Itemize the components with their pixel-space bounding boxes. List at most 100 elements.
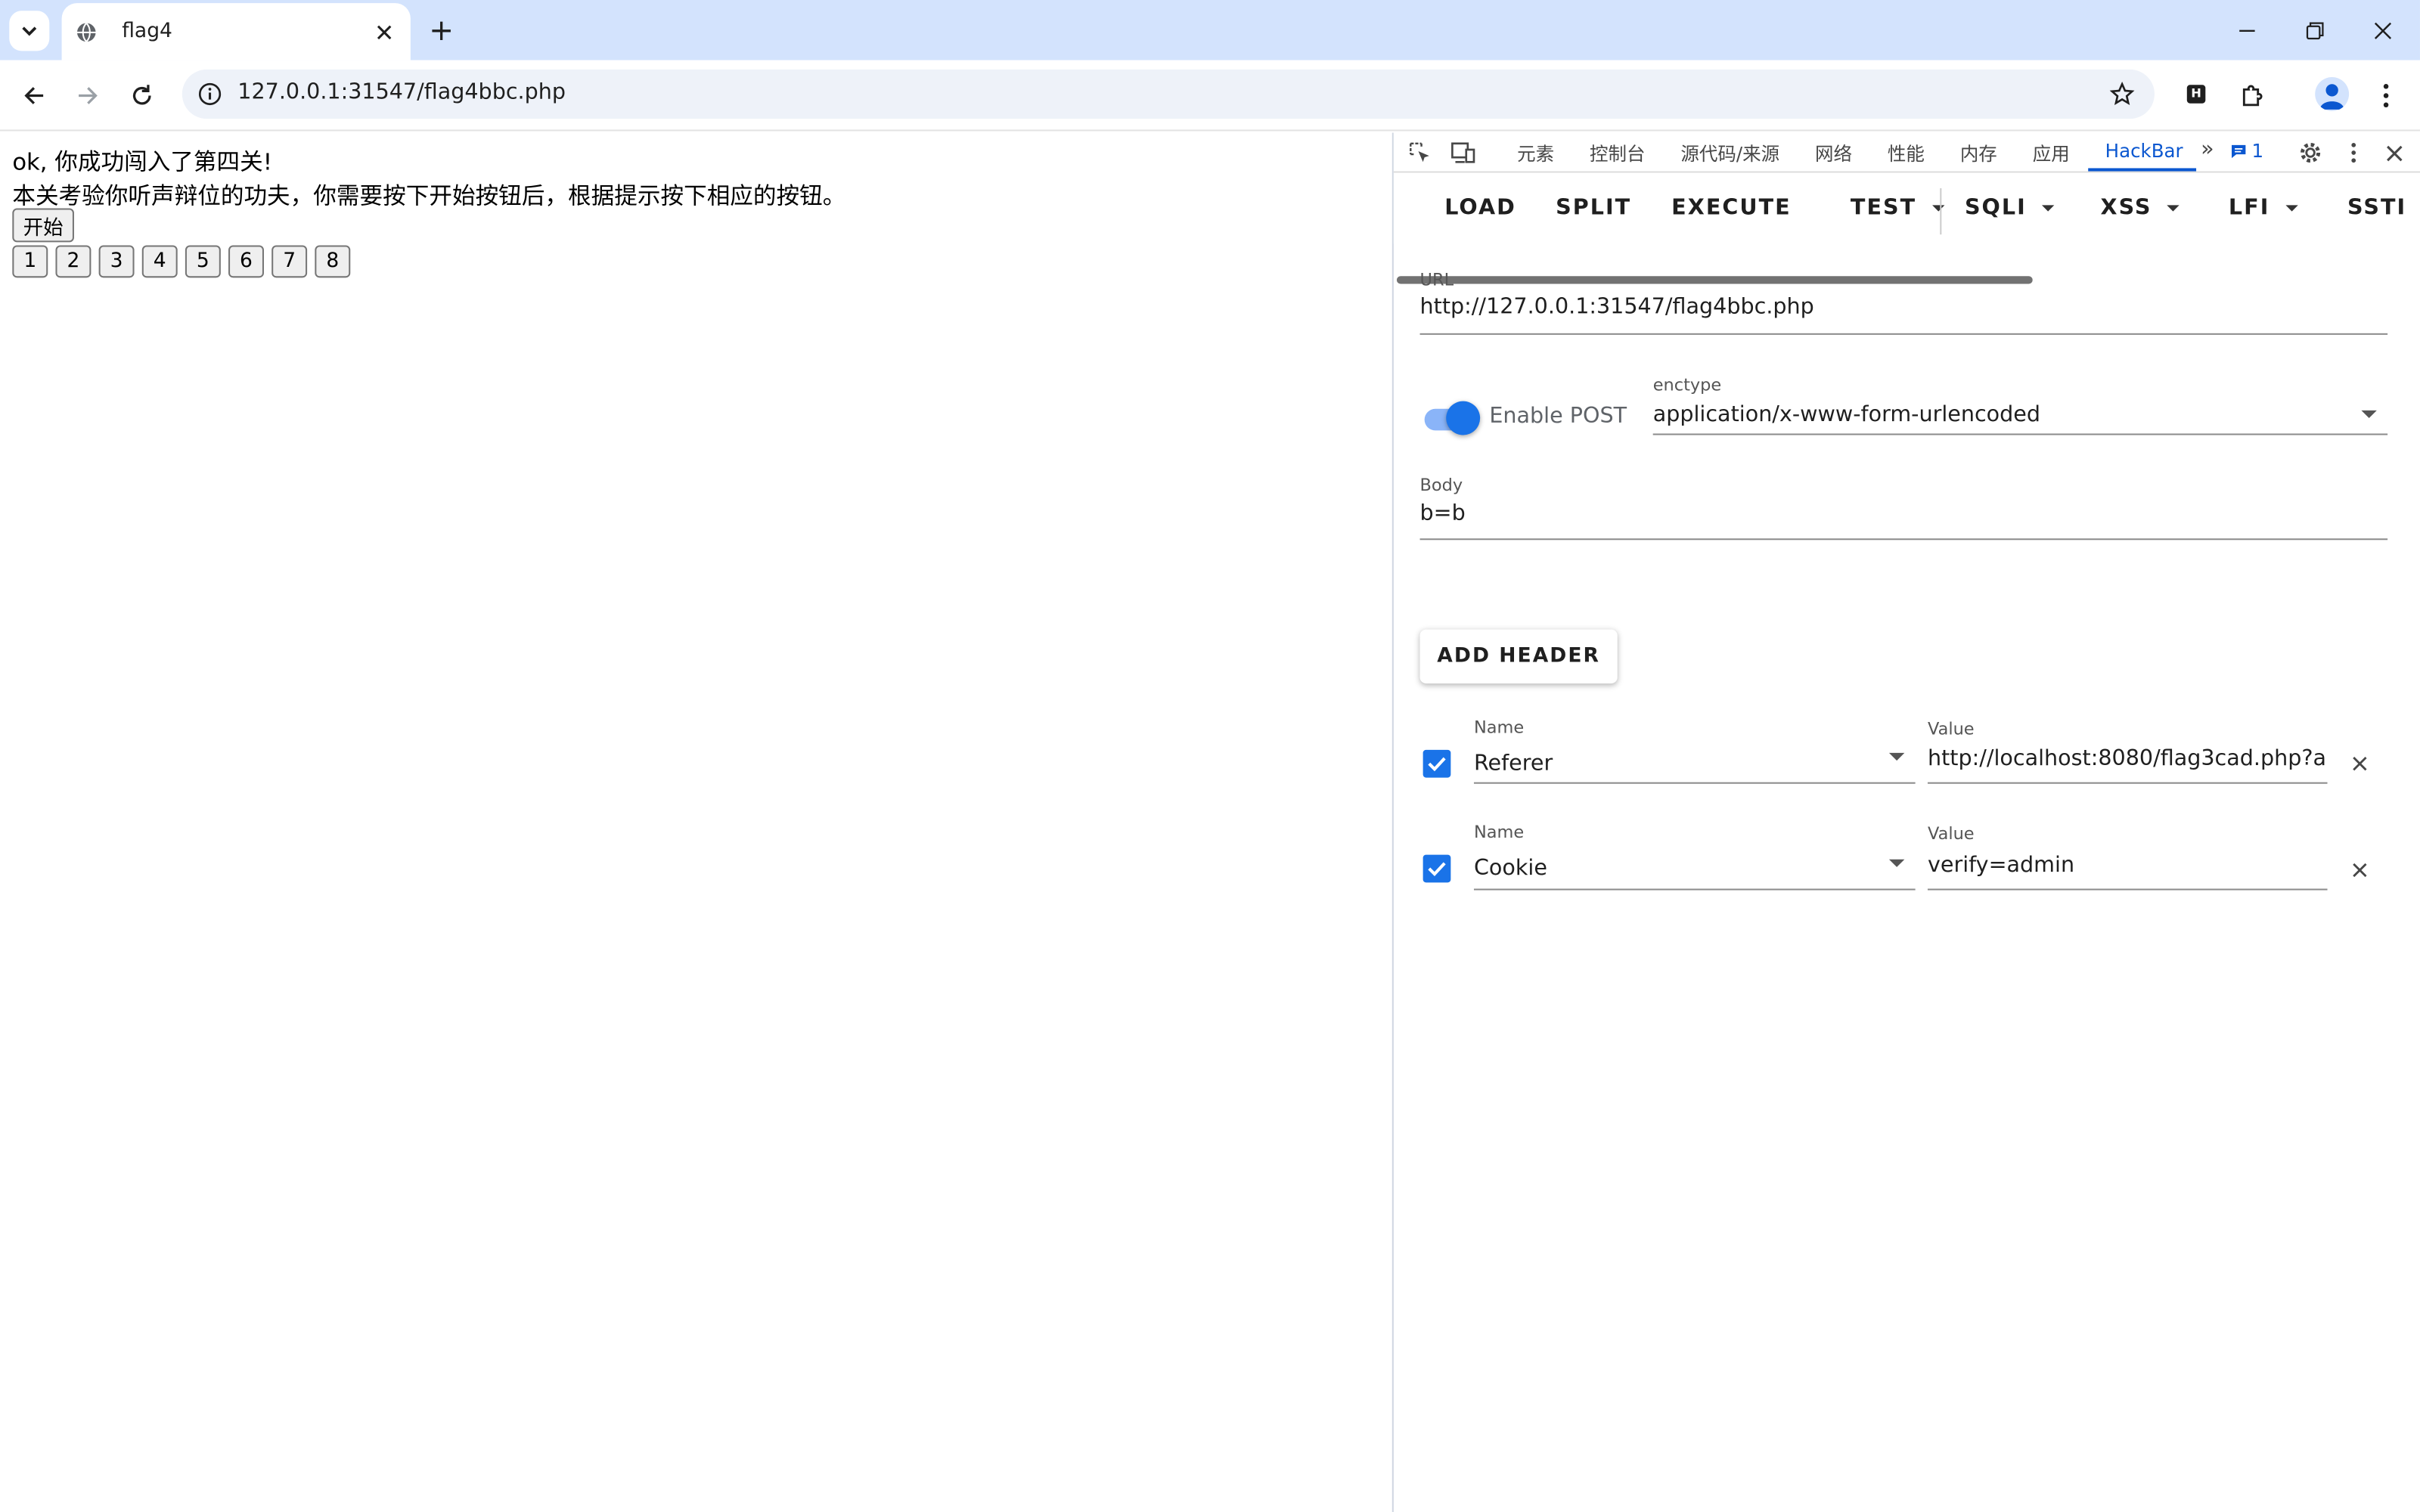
globe-icon bbox=[76, 21, 98, 43]
header-1-name-input[interactable]: Referer bbox=[1474, 751, 1876, 776]
kebab-menu-icon bbox=[2383, 84, 2389, 108]
devtools-tab-memory[interactable]: 内存 bbox=[1960, 141, 1997, 167]
bookmark-star-icon[interactable] bbox=[2105, 77, 2139, 111]
chevron-down-icon bbox=[22, 26, 37, 36]
sqli-label: SQLI bbox=[1964, 196, 2027, 221]
devtools-tab-network[interactable]: 网络 bbox=[1815, 141, 1852, 167]
extensions-puzzle-icon[interactable] bbox=[2233, 77, 2270, 114]
tab-title: flag4 bbox=[122, 20, 172, 44]
new-tab-button[interactable] bbox=[424, 14, 458, 48]
devtools-settings-icon[interactable] bbox=[2297, 139, 2325, 167]
url-input[interactable]: http://127.0.0.1:31547/flag4bbc.php bbox=[1420, 295, 2387, 320]
header-2-value-input[interactable]: verify=admin bbox=[1928, 854, 2328, 878]
number-button-2[interactable]: 2 bbox=[55, 245, 92, 278]
devtools-panel: 元素 控制台 源代码/来源 网络 性能 内存 应用 HackBar » 1 LO… bbox=[1392, 132, 2420, 1512]
header-2-name-label: Name bbox=[1473, 822, 1525, 843]
header-1-name-dropdown-icon[interactable] bbox=[1888, 752, 1905, 761]
number-button-7[interactable]: 7 bbox=[271, 245, 308, 278]
tab-close-icon[interactable] bbox=[371, 17, 399, 45]
devtools-tab-performance[interactable]: 性能 bbox=[1888, 141, 1925, 167]
inspect-element-icon[interactable] bbox=[1406, 139, 1434, 167]
forward-button[interactable] bbox=[70, 77, 107, 114]
message-icon bbox=[2231, 144, 2246, 159]
page-line-1: ok, 你成功闯入了第四关! bbox=[12, 147, 273, 176]
execute-button[interactable]: EXECUTE bbox=[1671, 196, 1792, 221]
number-button-6[interactable]: 6 bbox=[228, 245, 264, 278]
browser-tab[interactable]: flag4 bbox=[61, 3, 411, 60]
add-header-button[interactable]: ADD HEADER bbox=[1419, 629, 1618, 684]
devtools-close-icon[interactable] bbox=[2380, 139, 2408, 167]
body-label: Body bbox=[1419, 475, 1463, 496]
devtools-tab-console[interactable]: 控制台 bbox=[1590, 141, 1646, 167]
caret-down-icon bbox=[2167, 205, 2180, 212]
tab-search-button[interactable] bbox=[9, 11, 50, 51]
xss-label: XSS bbox=[2100, 196, 2152, 221]
number-button-4[interactable]: 4 bbox=[141, 245, 178, 278]
header-2-name-underline bbox=[1473, 888, 1916, 891]
start-button[interactable]: 开始 bbox=[12, 208, 74, 243]
split-button[interactable]: SPLIT bbox=[1556, 196, 1631, 221]
address-text: 127.0.0.1:31547/flag4bbc.php bbox=[237, 80, 566, 105]
hackbar-toolbar: LOAD SPLIT EXECUTE TEST SQLI XSS LFI SST… bbox=[1393, 172, 2420, 284]
toggle-knob[interactable] bbox=[1446, 401, 1481, 435]
header-2-value-underline bbox=[1927, 888, 2328, 891]
arrow-left-icon bbox=[24, 87, 44, 104]
browser-window: flag4 127.0.0.1:31547/flag4bbc.php H ok,… bbox=[0, 0, 2420, 1512]
header-2-checkbox[interactable] bbox=[1423, 854, 1451, 883]
number-button-8[interactable]: 8 bbox=[315, 245, 351, 278]
enctype-dropdown-icon[interactable] bbox=[2361, 410, 2377, 419]
checkmark-icon bbox=[1428, 757, 1446, 772]
profile-avatar[interactable] bbox=[2315, 77, 2350, 111]
devtools-tab-sources[interactable]: 源代码/来源 bbox=[1680, 141, 1779, 167]
enctype-select[interactable]: application/x-www-form-urlencoded bbox=[1653, 403, 2332, 428]
number-button-3[interactable]: 3 bbox=[98, 245, 135, 278]
header-1-name-underline bbox=[1473, 782, 1916, 784]
checkmark-icon bbox=[1428, 862, 1446, 877]
device-toolbar-icon[interactable] bbox=[1449, 139, 1477, 167]
caret-down-icon bbox=[2285, 205, 2298, 212]
horizontal-scrollbar[interactable] bbox=[1396, 276, 2033, 284]
devtools-tab-application[interactable]: 应用 bbox=[2033, 141, 2070, 167]
body-underline bbox=[1419, 538, 2388, 541]
minimize-button[interactable] bbox=[2214, 0, 2282, 60]
page-line-2: 本关考验你听声辩位的功夫，你需要按下开始按钮后，根据提示按下相应的按钮。 bbox=[12, 181, 846, 210]
active-tab-indicator bbox=[2088, 168, 2197, 172]
header-1-value-label: Value bbox=[1927, 719, 1975, 739]
devtools-tab-elements[interactable]: 元素 bbox=[1517, 141, 1554, 167]
header-1-value-input[interactable]: http://localhost:8080/flag3cad.php?a bbox=[1928, 747, 2328, 772]
site-info-icon[interactable] bbox=[191, 76, 228, 113]
header-1-checkbox[interactable] bbox=[1423, 749, 1451, 778]
body-input[interactable]: b=b bbox=[1420, 501, 2387, 526]
hackbar-extension-icon[interactable]: H bbox=[2186, 85, 2206, 104]
header-1-value-underline bbox=[1927, 782, 2328, 784]
number-button-1[interactable]: 1 bbox=[12, 245, 48, 278]
issues-count: 1 bbox=[2251, 140, 2264, 163]
ssti-dropdown[interactable]: SSTI bbox=[2347, 196, 2406, 221]
reload-button[interactable] bbox=[123, 77, 160, 114]
close-window-button[interactable] bbox=[2349, 0, 2417, 60]
arrow-right-icon bbox=[79, 87, 98, 104]
reload-icon bbox=[132, 85, 151, 105]
caret-down-icon bbox=[1931, 205, 1944, 212]
browser-menu-button[interactable] bbox=[2368, 77, 2405, 114]
restore-button[interactable] bbox=[2281, 0, 2349, 60]
more-tabs-icon[interactable]: » bbox=[2201, 138, 2214, 163]
number-button-5[interactable]: 5 bbox=[185, 245, 221, 278]
header-1-remove-icon[interactable] bbox=[2347, 751, 2372, 776]
enctype-label: enctype bbox=[1652, 374, 1722, 395]
devtools-menu-icon[interactable] bbox=[2340, 139, 2368, 167]
xss-dropdown[interactable]: XSS bbox=[2101, 196, 2180, 221]
load-button[interactable]: LOAD bbox=[1444, 196, 1516, 221]
header-2-name-input[interactable]: Cookie bbox=[1474, 857, 1876, 881]
lfi-dropdown[interactable]: LFI bbox=[2228, 196, 2298, 221]
header-2-name-dropdown-icon[interactable] bbox=[1888, 859, 1905, 867]
lfi-label: LFI bbox=[2228, 196, 2270, 221]
address-bar[interactable]: 127.0.0.1:31547/flag4bbc.php bbox=[182, 69, 2155, 119]
issues-badge[interactable]: 1 bbox=[2230, 140, 2264, 163]
test-dropdown[interactable]: TEST bbox=[1851, 196, 1944, 221]
sqli-dropdown[interactable]: SQLI bbox=[1965, 196, 2055, 221]
devtools-tab-hackbar[interactable]: HackBar bbox=[2105, 141, 2183, 163]
back-button[interactable] bbox=[15, 77, 52, 114]
header-2-remove-icon[interactable] bbox=[2347, 858, 2372, 883]
header-2-value-label: Value bbox=[1927, 823, 1975, 844]
